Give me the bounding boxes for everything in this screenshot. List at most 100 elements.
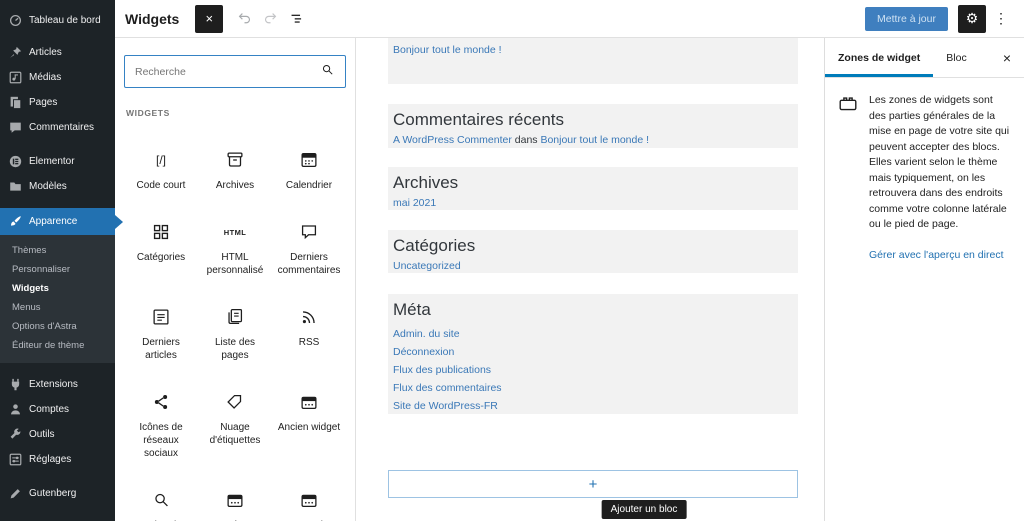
widgets-section-label: WIDGETS [126,108,170,118]
inserter-block-archives[interactable]: Archives [198,136,272,202]
settings-gear-button[interactable]: ⚙ [958,4,986,33]
redo-button[interactable] [257,6,283,32]
widget-areas-panel: Les zones de widgets sont des parties gé… [825,78,1024,278]
plus-icon: + [588,475,598,493]
sidebar-item-label: Articles [29,47,62,58]
comment-author-link[interactable]: A WordPress Commenter [393,134,512,146]
sidebar-item-commentaires[interactable]: Commentaires [0,115,115,140]
inserter-block-derniers-commentaires[interactable]: Derniers commentaires [272,208,346,287]
close-inserter-button[interactable]: × [195,4,224,33]
html-icon: HTML [223,227,247,237]
close-sidebar-icon[interactable]: × [990,50,1024,66]
category-link[interactable]: Uncategorized [393,260,461,272]
inserter-block-icones-reseaux-sociaux[interactable]: Icônes de réseaux sociaux [124,378,198,470]
meta-link-posts-feed[interactable]: Flux des publications [393,361,793,379]
sidebar-item-comptes[interactable]: Comptes [0,397,115,422]
sidebar-item-label: Extensions [29,379,78,390]
share-icon [150,390,172,414]
submenu-item-widgets[interactable]: Widgets [0,279,115,298]
widget-areas-description-wrap: Les zones de widgets sont des parties gé… [869,93,1012,263]
inserter-block-nuage-etiquettes[interactable]: Nuage d'étiquettes [198,378,272,470]
sidebar-item-modeles[interactable]: Modèles [0,174,115,199]
sidebar-item-pages[interactable]: Pages [0,90,115,115]
search-input[interactable] [135,65,320,78]
widget-heading: Archives [393,173,459,192]
sidebar-item-label: Réglages [29,454,72,465]
update-button[interactable]: Mettre à jour [865,6,948,31]
legacy-widget-icon [224,488,246,512]
settings-sidebar: Zones de widget Bloc × Les zones de widg… [824,38,1024,521]
folder-icon [9,180,22,193]
sidebar-item-medias[interactable]: Médias [0,65,115,90]
tab-widget-areas[interactable]: Zones de widget [825,38,934,77]
inserter-block-rss[interactable]: RSS [272,293,346,372]
meta-links-list: Admin. du site Déconnexion Flux des publ… [393,325,793,415]
inserter-block-code-court[interactable]: [/] Code court [124,136,198,202]
widget-recent-comments-block[interactable]: Commentaires récents A WordPress Comment… [388,104,798,148]
inserter-block-liste-des-pages[interactable]: Liste des pages [198,293,272,372]
meta-link-logout[interactable]: Déconnexion [393,343,793,361]
list-view-button[interactable] [283,6,309,32]
elementor-icon [9,155,22,168]
sidebar-item-reglages[interactable]: Réglages [0,447,115,472]
add-block-appender[interactable]: + [388,470,798,498]
more-options-kebab-button[interactable]: ⋮ [990,6,1012,32]
inserter-block-calendrier[interactable]: Calendrier [272,136,346,202]
widget-recent-posts-block[interactable]: Bonjour tout le monde ! [388,38,798,84]
post-link[interactable]: Bonjour tout le monde ! [393,44,502,56]
sidebar-item-articles[interactable]: Articles [0,40,115,65]
recent-comment-line: A WordPress Commenter dans Bonjour tout … [393,134,793,147]
inserter-block-meta[interactable]: Méta [198,476,272,521]
widget-area-canvas: Bonjour tout le monde ! Commentaires réc… [356,38,824,521]
meta-link-site-admin[interactable]: Admin. du site [393,325,793,343]
submenu-item-personnaliser[interactable]: Personnaliser [0,260,115,279]
sidebar-item-label: Médias [29,72,62,83]
sidebar-item-dashboard[interactable]: Tableau de bord [0,8,115,33]
legacy-widget-icon [298,488,320,512]
inserter-block-ancien-widget[interactable]: Ancien widget [272,378,346,470]
tag-icon [224,390,246,414]
editor-body: WIDGETS [/] Code court Archives Calendri… [115,38,1024,521]
sidebar-item-elementor[interactable]: Elementor [0,149,115,174]
comment-separator: dans [511,134,541,146]
submenu-item-editeur-theme[interactable]: Éditeur de thème [0,336,115,355]
tab-block[interactable]: Bloc [933,38,979,77]
sidebar-item-apparence[interactable]: Apparence [0,208,115,235]
submenu-item-options-astra[interactable]: Options d'Astra [0,317,115,336]
inserter-search-box [124,55,346,88]
archive-month-link[interactable]: mai 2021 [393,197,436,209]
sidebar-item-gutenberg[interactable]: Gutenberg [0,481,115,506]
editor-frame: Widgets × Mettre à jour ⚙ ⋮ WIDGETS [/] [115,0,1024,521]
comment-post-link[interactable]: Bonjour tout le monde ! [540,134,649,146]
shortcode-icon: [/] [155,153,166,167]
wrench-icon [9,428,22,441]
comment-bubble-icon [298,220,320,244]
sidebar-item-extensions[interactable]: Extensions [0,372,115,397]
admin-sidebar: Tableau de bord Articles Médias Pages Co… [0,0,115,521]
meta-link-comments-feed[interactable]: Flux des commentaires [393,379,793,397]
inserter-block-categories[interactable]: Catégories [124,208,198,287]
meta-link-wordpress-fr[interactable]: Site de WordPress-FR [393,397,793,415]
submenu-item-menus[interactable]: Menus [0,298,115,317]
collapse-menu-button[interactable]: Réduire le menu [0,515,115,521]
manage-with-live-preview-link[interactable]: Gérer avec l'aperçu en direct [869,249,1004,261]
editor-header: Widgets × Mettre à jour ⚙ ⋮ [115,0,1024,38]
sidebar-item-label: Modèles [29,181,67,192]
submenu-item-themes[interactable]: Thèmes [0,241,115,260]
inserter-block-derniers-articles[interactable]: Derniers articles [124,293,198,372]
widget-archives-block[interactable]: Archives mai 2021 [388,167,798,210]
inserter-block-html-personnalise[interactable]: HTML HTML personnalisé [198,208,272,287]
sidebar-item-label: Outils [29,429,55,440]
undo-button[interactable] [231,6,257,32]
archive-icon [224,148,246,172]
inserter-block-recherche[interactable]: Recherche [124,476,198,521]
widget-heading: Catégories [393,236,476,255]
widget-categories-block[interactable]: Catégories Uncategorized [388,230,798,273]
inserter-block-menu-de-navigation[interactable]: Menu de [272,476,346,521]
sidebar-item-outils[interactable]: Outils [0,422,115,447]
appearance-submenu: Thèmes Personnaliser Widgets Menus Optio… [0,235,115,363]
legacy-widget-icon [298,390,320,414]
media-icon [9,71,22,84]
widget-meta-block[interactable]: Méta Admin. du site Déconnexion Flux des… [388,294,798,414]
sidebar-item-label: Tableau de bord [29,15,101,26]
